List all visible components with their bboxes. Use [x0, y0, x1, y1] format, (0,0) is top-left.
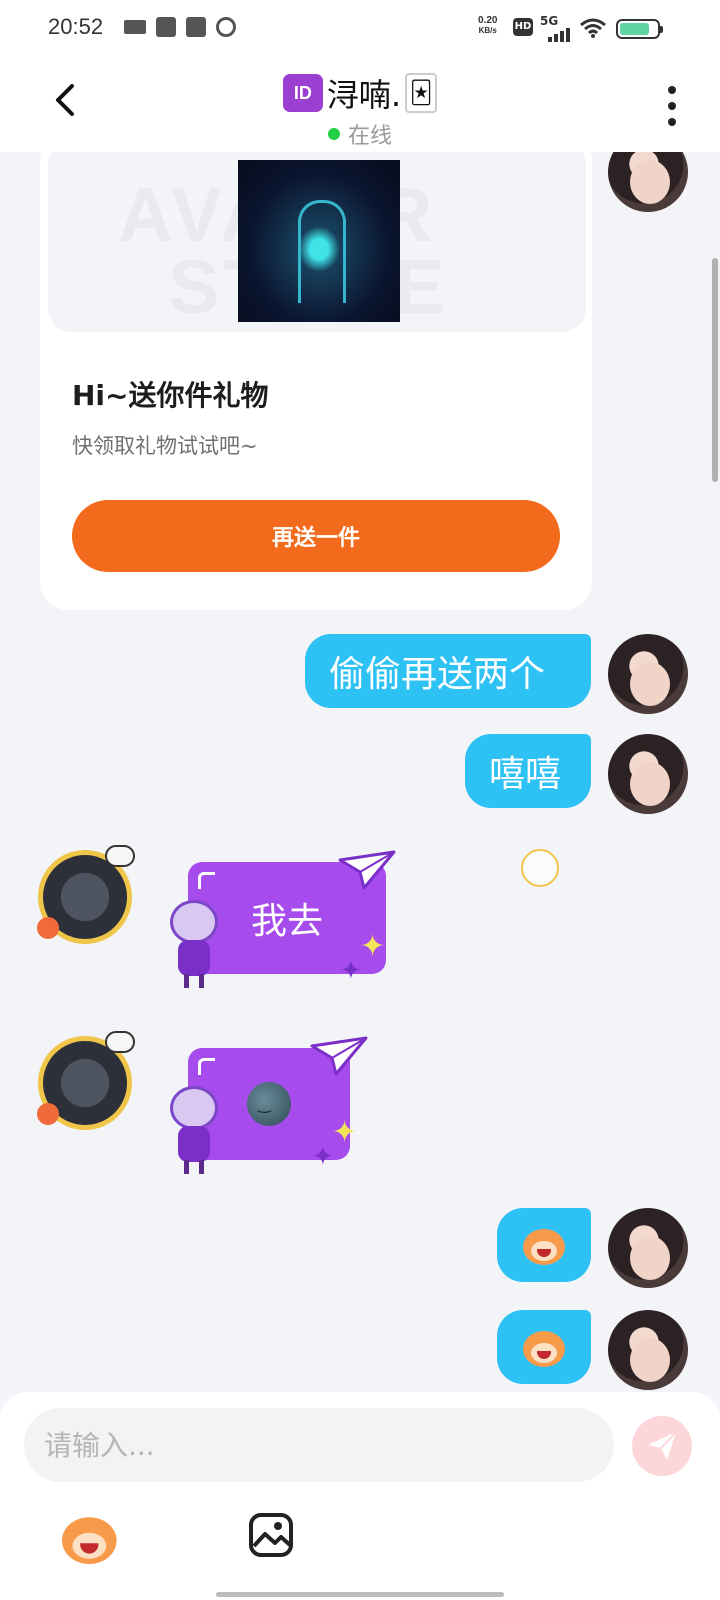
status-time: 20:52 — [48, 14, 104, 39]
sparkle-icon: ✦ — [332, 1115, 358, 1150]
paper-plane-icon — [310, 1036, 368, 1076]
send-icon — [648, 1431, 677, 1460]
avatar-frame-deco — [105, 1031, 135, 1053]
battery-icon — [616, 19, 663, 39]
network-type: 5G — [540, 14, 559, 28]
chat-title[interactable]: ID 浔喃. 🃏 — [282, 70, 438, 116]
my-avatar[interactable] — [608, 734, 688, 814]
gift-image[interactable] — [238, 160, 400, 322]
contact-avatar[interactable] — [37, 1031, 135, 1130]
monkey-emoji-icon — [523, 1327, 565, 1367]
sync-icon — [216, 17, 236, 37]
my-avatar[interactable] — [608, 152, 688, 212]
sparkle-icon: ✦ — [340, 956, 362, 986]
paper-plane-icon — [338, 850, 396, 890]
network-speed-value: 0.20 — [478, 15, 498, 26]
send-button[interactable] — [632, 1416, 692, 1476]
wifi-icon — [580, 18, 606, 38]
message-list[interactable]: AVATAR STORE Hi~送你件礼物 快领取礼物试试吧~ 再送一件 偷偷再… — [0, 152, 720, 1392]
my-avatar[interactable] — [608, 1208, 688, 1288]
message-bubble-outgoing[interactable]: 偷偷再送两个 — [305, 634, 591, 708]
more-options-icon[interactable] — [664, 86, 680, 126]
sparkle-icon: ✦ — [312, 1142, 334, 1172]
monkey-emoji-icon — [62, 1512, 117, 1564]
message-text: 嘻嘻 — [489, 754, 562, 795]
avatar-frame-deco — [37, 917, 59, 939]
scrollbar-thumb[interactable] — [712, 258, 718, 482]
gift-title: Hi~送你件礼物 — [72, 379, 269, 412]
floating-ring-icon[interactable] — [521, 849, 559, 887]
bubble-girl-sticker — [166, 900, 222, 988]
sparkle-icon: ✦ — [360, 929, 386, 964]
contact-avatar[interactable] — [37, 845, 135, 944]
hd-icon: HD — [513, 18, 533, 36]
home-indicator[interactable] — [216, 1592, 504, 1597]
send-another-gift-button[interactable]: 再送一件 — [72, 500, 560, 572]
mail-icon — [186, 17, 206, 37]
chat-title-block: ID 浔喃. 🃏 在线 — [0, 70, 720, 150]
status-bar: 20:52 0.20 KB/s HD 5G — [0, 0, 720, 56]
composer — [0, 1392, 720, 1600]
message-text: 我去 — [250, 901, 323, 942]
gift-banner: AVATAR STORE — [48, 152, 586, 332]
signal-icon — [548, 28, 570, 42]
notification-icons — [124, 17, 236, 37]
monkey-emoji-icon — [523, 1225, 565, 1265]
emoji-button[interactable] — [62, 1512, 122, 1566]
online-status: 在线 — [0, 118, 720, 150]
app-notification-icon — [156, 17, 176, 37]
chat-header: ID 浔喃. 🃏 在线 — [0, 56, 720, 152]
video-call-icon — [124, 20, 146, 34]
moon-face-emoji-icon — [247, 1082, 291, 1126]
joker-card-icon: 🃏 — [405, 73, 438, 113]
battery-level — [620, 23, 649, 35]
avatar-frame-deco — [37, 1103, 59, 1125]
message-bubble-outgoing[interactable] — [497, 1310, 591, 1384]
contact-name: 浔喃. — [326, 76, 402, 114]
online-dot-icon — [327, 128, 340, 140]
bubble-girl-sticker — [166, 1086, 222, 1174]
my-avatar[interactable] — [608, 1310, 688, 1390]
message-bubble-outgoing[interactable] — [497, 1208, 591, 1282]
message-text: 偷偷再送两个 — [329, 654, 546, 695]
my-avatar[interactable] — [608, 634, 688, 714]
network-speed-unit: KB/s — [478, 26, 497, 35]
id-badge-icon: ID — [282, 74, 323, 112]
gift-card: AVATAR STORE Hi~送你件礼物 快领取礼物试试吧~ 再送一件 — [40, 152, 592, 610]
image-icon[interactable] — [248, 1512, 294, 1558]
network-speed: 0.20 KB/s — [478, 16, 497, 36]
gift-subtitle: 快领取礼物试试吧~ — [72, 434, 258, 458]
message-bubble-outgoing[interactable]: 嘻嘻 — [465, 734, 591, 808]
message-input[interactable] — [24, 1408, 614, 1482]
online-status-text: 在线 — [347, 124, 392, 149]
avatar-frame-deco — [105, 845, 135, 867]
